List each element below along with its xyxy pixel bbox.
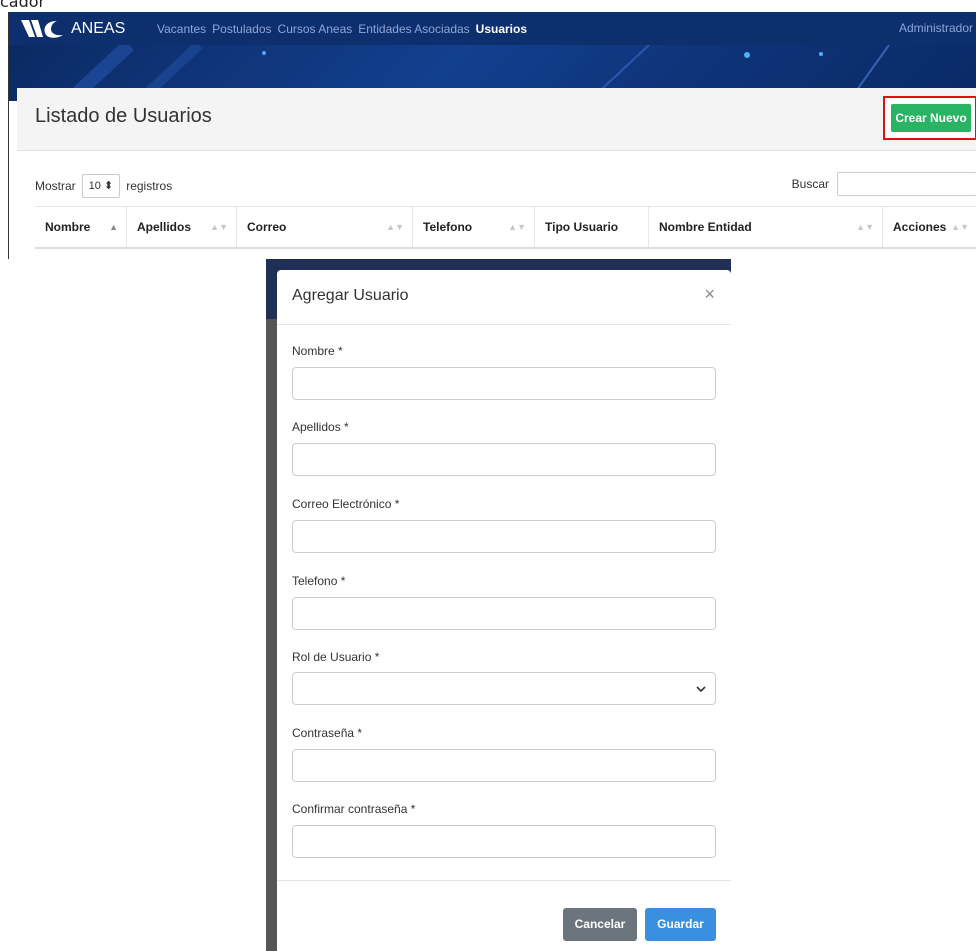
telefono-label: Telefono * <box>292 574 346 588</box>
column-header-label: Telefono <box>423 220 473 234</box>
nav-link-postulados[interactable]: Postulados <box>212 22 271 36</box>
user-list-screenshot: ANEAS Vacantes Postulados Cursos Aneas E… <box>8 12 976 259</box>
rol-label: Rol de Usuario * <box>292 650 380 664</box>
email-input[interactable] <box>292 520 716 553</box>
column-header-telefono[interactable]: Telefono ▲▼ <box>413 207 535 247</box>
confirm-password-input[interactable] <box>292 825 716 858</box>
column-header-correo[interactable]: Correo ▲▼ <box>237 207 413 247</box>
add-user-modal: Agregar Usuario × Nombre * Apellidos * C… <box>277 270 731 951</box>
close-icon[interactable]: × <box>704 284 715 305</box>
sort-icon: ▲ <box>109 222 118 232</box>
show-label: Mostrar <box>35 179 76 193</box>
records-label: registros <box>126 179 173 193</box>
top-navbar: ANEAS Vacantes Postulados Cursos Aneas E… <box>9 12 976 45</box>
create-new-button[interactable]: Crear Nuevo <box>891 104 971 132</box>
column-header-label: Acciones <box>893 220 947 234</box>
chevron-down-icon <box>696 686 706 693</box>
column-header-label: Tipo Usuario <box>545 220 619 234</box>
sort-icon: ▲▼ <box>856 222 874 232</box>
confirm-password-label: Confirmar contraseña * <box>292 802 416 816</box>
table-header: Nombre ▲ Apellidos ▲▼ Correo ▲▼ Telefono ▲▼ … <box>35 206 976 249</box>
email-label: Correo Electrónico * <box>292 497 400 511</box>
modal-title: Agregar Usuario <box>292 287 409 304</box>
page-size-value: 10 <box>88 180 101 192</box>
password-input[interactable] <box>292 749 716 782</box>
sort-icon: ▲▼ <box>508 222 526 232</box>
apellidos-input[interactable] <box>292 443 716 476</box>
telefono-input[interactable] <box>292 597 716 630</box>
column-header-label: Apellidos <box>137 220 192 234</box>
sort-icon: ▲▼ <box>386 222 404 232</box>
password-label: Contraseña * <box>292 726 363 740</box>
aneas-logo-icon <box>21 20 63 38</box>
create-button-highlight: Crear Nuevo <box>883 96 976 140</box>
nav-link-usuarios[interactable]: Usuarios <box>476 22 527 36</box>
modal-footer: Cancelar Guardar <box>277 880 731 951</box>
column-header-label: Nombre Entidad <box>659 220 752 234</box>
search-label: Buscar <box>791 177 829 191</box>
page-size-select[interactable]: 10 ⬍ <box>81 174 121 198</box>
column-header-apellidos[interactable]: Apellidos ▲▼ <box>127 207 237 247</box>
sort-updown-icon: ⬍ <box>103 180 114 192</box>
cancel-button[interactable]: Cancelar <box>563 908 637 941</box>
page-size-control: Mostrar 10 ⬍ registros <box>35 174 172 198</box>
column-header-label: Nombre <box>45 220 91 234</box>
page-title: Listado de Usuarios <box>35 105 212 127</box>
rol-select[interactable] <box>292 672 716 705</box>
search-input[interactable] <box>837 172 976 196</box>
search-control: Buscar <box>792 172 976 196</box>
column-header-label: Correo <box>247 220 287 234</box>
nav-link-cursos-aneas[interactable]: Cursos Aneas <box>278 22 353 36</box>
column-header-tipo-usuario[interactable]: Tipo Usuario <box>535 207 649 247</box>
apellidos-label: Apellidos * <box>292 420 349 434</box>
sort-icon: ▲▼ <box>951 222 969 232</box>
card-header: Listado de Usuarios Crear Nuevo <box>17 88 976 151</box>
nombre-input[interactable] <box>292 367 716 400</box>
user-list-card: Listado de Usuarios Crear Nuevo Mostrar … <box>17 88 976 259</box>
nav-links: Vacantes Postulados Cursos Aneas Entidad… <box>157 12 533 45</box>
nav-link-vacantes[interactable]: Vacantes <box>157 22 206 36</box>
column-header-nombre-entidad[interactable]: Nombre Entidad ▲▼ <box>649 207 883 247</box>
brand-name: ANEAS <box>71 20 126 37</box>
save-button[interactable]: Guardar <box>645 908 716 941</box>
modal-header: Agregar Usuario × <box>277 270 731 325</box>
nombre-label: Nombre * <box>292 344 343 358</box>
document-text-fragment: cador <box>0 0 46 11</box>
column-header-acciones[interactable]: Acciones ▲▼ <box>883 207 976 247</box>
sort-icon: ▲▼ <box>210 222 228 232</box>
admin-menu[interactable]: Administrador <box>899 12 973 45</box>
brand[interactable]: ANEAS <box>19 16 125 42</box>
column-header-nombre[interactable]: Nombre ▲ <box>35 207 127 247</box>
add-user-screenshot: Agregar Usuario × Nombre * Apellidos * C… <box>266 259 731 951</box>
nav-link-entidades-asociadas[interactable]: Entidades Asociadas <box>358 22 469 36</box>
